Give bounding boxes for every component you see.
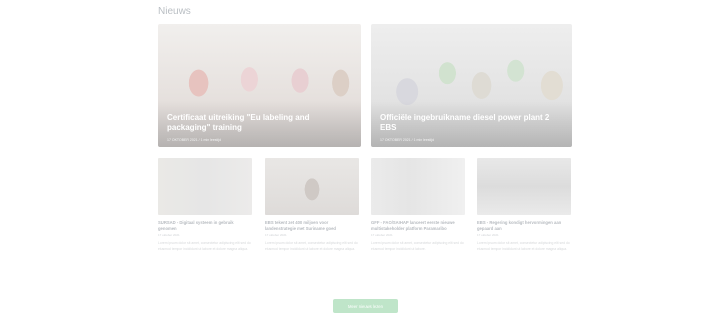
featured-meta-2: 17 OKTOBER 2021 / 1 min leestijd [380, 138, 435, 142]
featured-meta-1: 17 OKTOBER 2021 / 1 min leestijd [167, 138, 222, 142]
news-card-title[interactable]: GFF - FAO/SAIHAP lanceert eerste nieuwe … [371, 220, 465, 231]
news-card-excerpt: Lorem ipsum dolor sit amet, consectetur … [371, 241, 464, 251]
news-card-title[interactable]: EBS - Regering kondigt hervormingen aan … [477, 220, 571, 231]
news-card-date: 17 oktober 2021 [477, 233, 499, 237]
news-card-excerpt: Lorem ipsum dolor sit amet, consectetur … [265, 241, 358, 251]
news-card-image[interactable] [265, 158, 359, 215]
news-page: Nieuws Certificaat uitreiking "Eu labeli… [0, 0, 706, 326]
news-card-excerpt: Lorem ipsum dolor sit amet, consectetur … [158, 241, 251, 251]
news-card-2[interactable]: EBS tekent zet 400 miljoen voor landenst… [265, 158, 359, 264]
news-card-title[interactable]: SURSAD - Digitaal systeem in gebruik gen… [158, 220, 252, 231]
news-card-date: 17 oktober 2021 [265, 233, 287, 237]
featured-title-2[interactable]: Officiële ingebruikname diesel power pla… [380, 113, 564, 133]
news-card-1[interactable]: SURSAD - Digitaal systeem in gebruik gen… [158, 158, 252, 264]
news-card-image[interactable] [371, 158, 465, 215]
news-card-date: 17 oktober 2021 [158, 233, 180, 237]
featured-article-2[interactable]: Officiële ingebruikname diesel power pla… [371, 24, 572, 147]
news-card-3[interactable]: GFF - FAO/SAIHAP lanceert eerste nieuwe … [371, 158, 465, 264]
featured-article-1[interactable]: Certificaat uitreiking "Eu labeling and … [158, 24, 361, 147]
news-card-4[interactable]: EBS - Regering kondigt hervormingen aan … [477, 158, 571, 264]
news-card-date: 17 oktober 2021 [371, 233, 393, 237]
more-news-button[interactable]: Meer nieuws lezen [333, 299, 398, 313]
news-card-excerpt: Lorem ipsum dolor sit amet, consectetur … [477, 241, 570, 251]
section-title: Nieuws [158, 6, 191, 17]
news-card-image[interactable] [477, 158, 571, 215]
news-card-title[interactable]: EBS tekent zet 400 miljoen voor landenst… [265, 220, 359, 231]
featured-title-1[interactable]: Certificaat uitreiking "Eu labeling and … [167, 113, 353, 133]
news-card-image[interactable] [158, 158, 252, 215]
